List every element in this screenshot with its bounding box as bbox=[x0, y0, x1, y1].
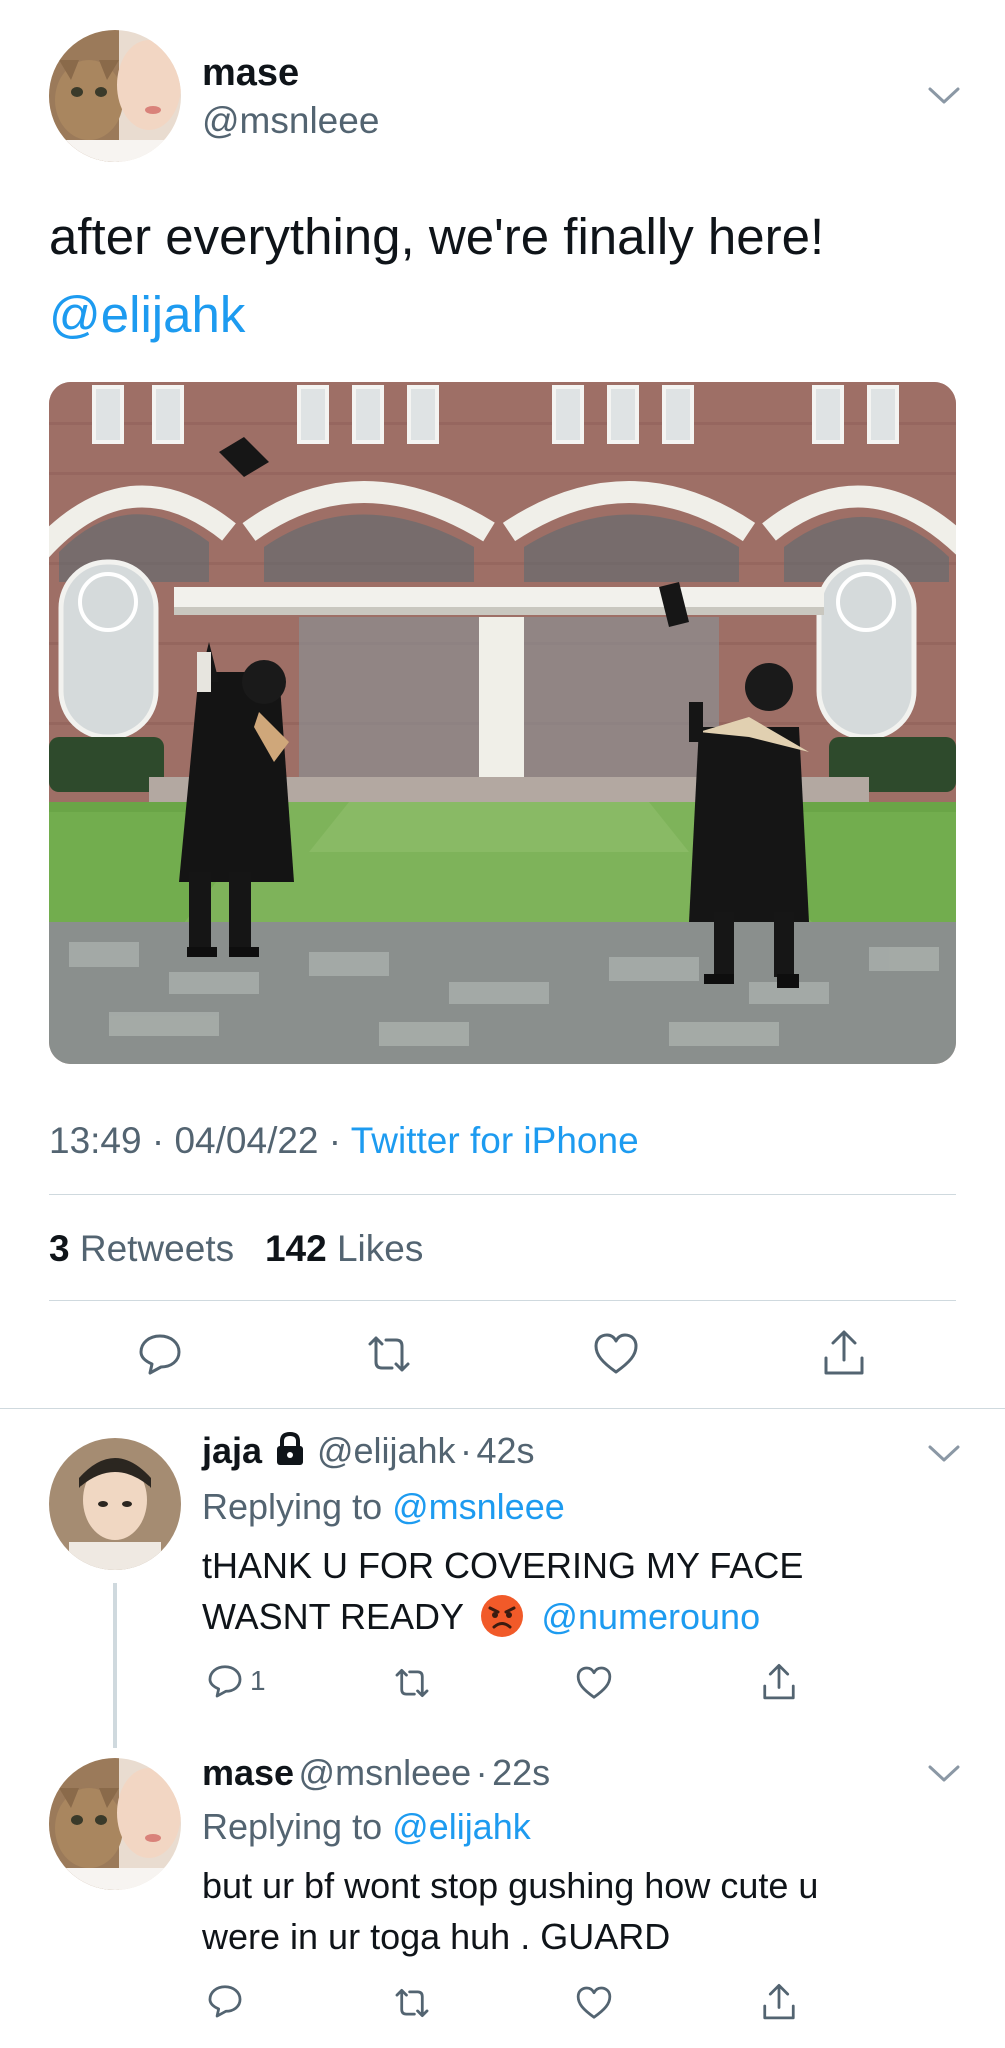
meta-separator: · bbox=[151, 1120, 175, 1161]
reply-age: 42s bbox=[476, 1430, 535, 1471]
author-display-name[interactable]: mase bbox=[202, 52, 299, 95]
graduation-photo[interactable] bbox=[49, 382, 956, 1064]
replying-to-label: Replying to bbox=[202, 1486, 383, 1527]
like-icon[interactable] bbox=[575, 1984, 613, 2022]
replying-to-link[interactable]: @elijahk bbox=[392, 1806, 531, 1847]
divider bbox=[49, 1300, 956, 1301]
reply-handle[interactable]: @msnleee bbox=[299, 1752, 472, 1793]
meta-separator: · bbox=[328, 1120, 351, 1161]
share-icon[interactable] bbox=[820, 1328, 868, 1378]
lock-icon bbox=[276, 1431, 303, 1465]
reply-display-name[interactable]: jaja bbox=[202, 1430, 262, 1471]
retweet-icon[interactable] bbox=[390, 1984, 434, 2022]
chevron-down-icon[interactable] bbox=[924, 76, 964, 116]
reply-avatar[interactable] bbox=[49, 1758, 181, 1890]
like-icon[interactable] bbox=[575, 1664, 613, 1702]
tweet-date: 04/04/22 bbox=[174, 1120, 319, 1161]
replying-to-label: Replying to bbox=[202, 1806, 383, 1847]
angry-emoji bbox=[479, 1593, 525, 1639]
reply-header: mase @msnleee · 22s bbox=[202, 1752, 550, 1794]
retweets-label[interactable]: Retweets bbox=[80, 1228, 234, 1269]
like-icon[interactable] bbox=[592, 1330, 640, 1378]
reply-text-part: WASNT READY bbox=[202, 1596, 464, 1637]
reply-mention-link[interactable]: @numerouno bbox=[541, 1596, 760, 1637]
reply-icon[interactable] bbox=[206, 1662, 244, 1700]
reply-text-line: WASNT READY @numerouno bbox=[202, 1591, 803, 1642]
meta-separator: · bbox=[460, 1430, 473, 1471]
reply-text: but ur bf wont stop gushing how cute u w… bbox=[202, 1860, 818, 1962]
retweets-count[interactable]: 3 bbox=[49, 1228, 70, 1269]
reply-handle[interactable]: @elijahk bbox=[317, 1430, 456, 1471]
reply-text-line: were in ur toga huh . GUARD bbox=[202, 1916, 671, 1957]
reply-count: 1 bbox=[250, 1665, 266, 1696]
replying-to-line: Replying to @msnleee bbox=[202, 1486, 565, 1528]
reply-button[interactable]: 1 bbox=[206, 1662, 266, 1700]
retweet-icon[interactable] bbox=[362, 1330, 416, 1378]
chevron-down-icon[interactable] bbox=[924, 1434, 964, 1474]
meta-separator: · bbox=[475, 1752, 488, 1793]
tweet-text: after everything, we're finally here! bbox=[49, 208, 825, 265]
tweet-meta: 13:49 · 04/04/22 · Twitter for iPhone bbox=[49, 1120, 639, 1162]
reply-header: jaja @elijahk · 42s bbox=[202, 1430, 535, 1472]
reply-icon[interactable] bbox=[206, 1982, 244, 2020]
reply-age: 22s bbox=[492, 1752, 551, 1793]
author-avatar[interactable] bbox=[49, 30, 181, 162]
tweet-time: 13:49 bbox=[49, 1120, 142, 1161]
tweet-stats: 3 Retweets 142 Likes bbox=[49, 1228, 423, 1270]
tweet-mention-link[interactable]: @elijahk bbox=[49, 277, 245, 353]
divider bbox=[0, 1408, 1005, 1409]
chevron-down-icon[interactable] bbox=[924, 1754, 964, 1794]
reply-text: tHANK U FOR COVERING MY FACE WASNT READY… bbox=[202, 1540, 803, 1642]
retweet-icon[interactable] bbox=[390, 1664, 434, 1702]
replying-to-link[interactable]: @msnleee bbox=[392, 1486, 565, 1527]
share-icon[interactable] bbox=[760, 1982, 798, 2022]
thread-line bbox=[113, 1583, 117, 1748]
likes-count[interactable]: 142 bbox=[265, 1228, 327, 1269]
replying-to-line: Replying to @elijahk bbox=[202, 1806, 531, 1848]
reply-avatar[interactable] bbox=[49, 1438, 181, 1570]
likes-label[interactable]: Likes bbox=[337, 1228, 423, 1269]
reply-display-name[interactable]: mase bbox=[202, 1752, 294, 1793]
reply-icon[interactable] bbox=[136, 1330, 184, 1378]
divider bbox=[49, 1194, 956, 1195]
reply-text-line: tHANK U FOR COVERING MY FACE bbox=[202, 1545, 804, 1586]
tweet-source-link[interactable]: Twitter for iPhone bbox=[351, 1120, 639, 1161]
share-icon[interactable] bbox=[760, 1662, 798, 1702]
reply-text-line: but ur bf wont stop gushing how cute u bbox=[202, 1865, 819, 1906]
author-handle[interactable]: @msnleee bbox=[202, 100, 379, 142]
